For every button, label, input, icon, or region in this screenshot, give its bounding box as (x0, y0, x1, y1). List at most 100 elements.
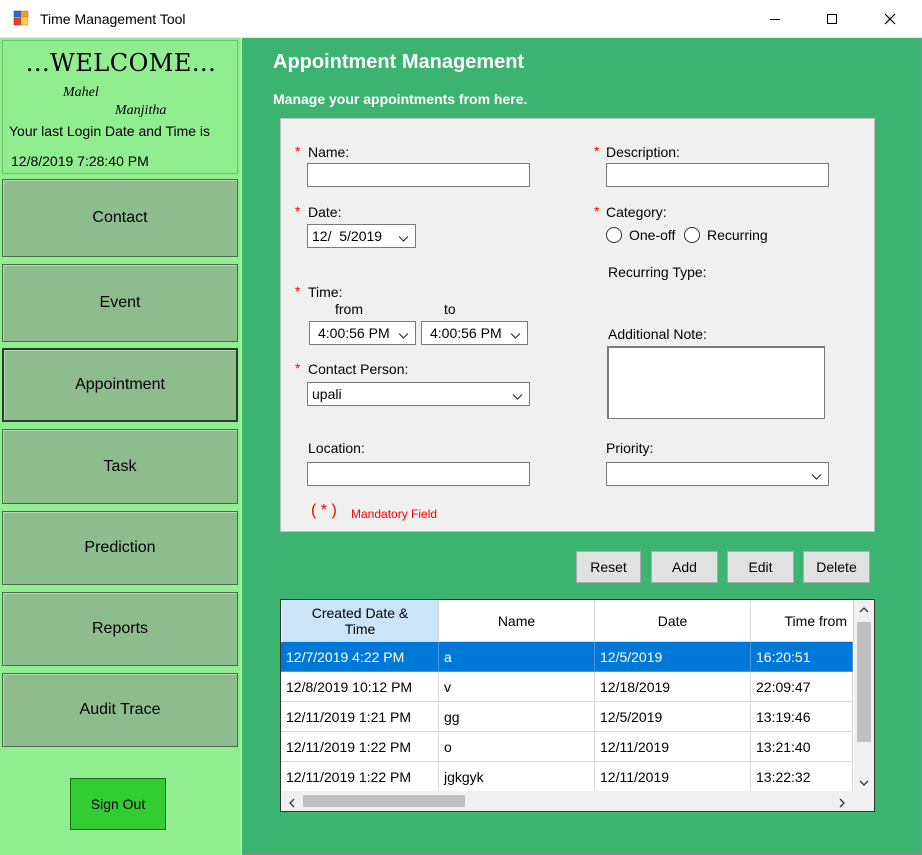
table-cell: 13:22:32 (751, 762, 853, 792)
page-title: Appointment Management (273, 51, 525, 73)
table-cell: jgkgyk (439, 762, 595, 792)
time-to-value: 4:00:56 PM (430, 325, 502, 341)
required-marker: * (295, 283, 301, 299)
priority-select[interactable] (606, 462, 829, 486)
description-label: Description: (606, 144, 680, 160)
table-cell: 13:19:46 (751, 702, 853, 732)
nav-audit-trace-button[interactable]: Audit Trace (2, 673, 238, 747)
table-cell: 12/5/2019 (595, 702, 751, 732)
table-row[interactable]: 12/11/2019 1:22 PM o 12/11/2019 13:21:40 (281, 732, 853, 762)
welcome-heading: ...WELCOME... (25, 49, 217, 77)
chevron-down-icon (811, 469, 822, 485)
add-button[interactable]: Add (651, 551, 718, 583)
time-label: Time: (308, 284, 343, 300)
table-cell: a (439, 642, 595, 672)
app-icon (13, 10, 29, 26)
close-icon (884, 13, 896, 25)
nav-appointment-button[interactable]: Appointment (2, 348, 238, 422)
category-label: Category: (606, 204, 667, 220)
required-marker: * (594, 203, 600, 219)
table-cell: v (439, 672, 595, 702)
category-recurring-label[interactable]: Recurring (707, 227, 768, 243)
table-cell: o (439, 732, 595, 762)
scroll-right-icon[interactable] (837, 796, 847, 811)
delete-button[interactable]: Delete (803, 551, 870, 583)
scroll-up-icon[interactable] (859, 603, 869, 618)
table-row[interactable]: 12/8/2019 10:12 PM v 12/18/2019 22:09:47 (281, 672, 853, 702)
date-value: 12/ 5/2019 (312, 228, 383, 244)
column-header[interactable]: Created Date & Time (282, 600, 439, 642)
nav-contact-button[interactable]: Contact (2, 179, 238, 257)
edit-button[interactable]: Edit (727, 551, 794, 583)
user-first-name: Mahel (63, 85, 99, 100)
table-cell: 12/11/2019 1:22 PM (281, 762, 439, 792)
minimize-icon (769, 13, 781, 25)
name-input[interactable] (307, 163, 530, 187)
required-marker: * (594, 143, 600, 159)
nav-prediction-button[interactable]: Prediction (2, 511, 238, 585)
time-from-value: 4:00:56 PM (318, 325, 390, 341)
last-login-value: 12/8/2019 7:28:40 PM (11, 153, 149, 169)
table-cell: gg (439, 702, 595, 732)
sign-out-button[interactable]: Sign Out (70, 778, 166, 830)
time-to-picker[interactable]: 4:00:56 PM (421, 321, 528, 345)
close-button[interactable] (861, 0, 919, 38)
table-row[interactable]: 12/7/2019 4:22 PM a 12/5/2019 16:20:51 (281, 642, 853, 672)
time-from-picker[interactable]: 4:00:56 PM (309, 321, 416, 345)
mandatory-marker: ( * ) (311, 502, 337, 519)
name-label: Name: (308, 144, 350, 160)
date-picker[interactable]: 12/ 5/2019 (307, 224, 416, 248)
additional-note-input[interactable] (607, 346, 825, 419)
priority-label: Priority: (606, 440, 654, 456)
required-marker: * (295, 143, 301, 159)
chevron-down-icon (510, 328, 521, 344)
required-marker: * (295, 360, 301, 376)
appointments-table: Created Date & Time Name Date Time from … (280, 599, 875, 812)
chevron-down-icon (512, 389, 523, 405)
category-recurring-radio[interactable] (684, 227, 700, 243)
chevron-down-icon (398, 328, 409, 344)
horizontal-scroll-thumb[interactable] (303, 795, 465, 807)
additional-note-label: Additional Note: (608, 326, 707, 342)
page-subtitle: Manage your appointments from here. (273, 91, 528, 107)
maximize-icon (826, 13, 838, 25)
mandatory-field-note: Mandatory Field (351, 507, 438, 521)
contact-person-value: upali (312, 386, 342, 402)
recurring-type-label: Recurring Type: (608, 264, 707, 280)
contact-person-select[interactable]: upali (307, 382, 530, 406)
column-header[interactable]: Name (439, 600, 595, 642)
location-input[interactable] (307, 462, 530, 486)
description-input[interactable] (606, 163, 829, 187)
time-to-label: to (444, 301, 456, 317)
required-marker: * (295, 203, 301, 219)
contact-person-label: Contact Person: (308, 361, 409, 377)
category-one-off-label[interactable]: One-off (629, 227, 675, 243)
table-cell: 12/8/2019 10:12 PM (281, 672, 439, 702)
chevron-down-icon (398, 231, 409, 247)
reset-button[interactable]: Reset (576, 551, 641, 583)
last-login-label: Your last Login Date and Time is (9, 123, 211, 139)
minimize-button[interactable] (746, 0, 804, 38)
welcome-panel: ...WELCOME... Mahel Manjitha Your last L… (2, 40, 238, 174)
scroll-left-icon[interactable] (287, 796, 297, 811)
table-cell: 13:21:40 (751, 732, 853, 762)
location-label: Location: (308, 440, 365, 456)
column-header[interactable]: Date (595, 600, 751, 642)
table-cell: 12/11/2019 (595, 762, 751, 792)
table-row[interactable]: 12/11/2019 1:22 PM jgkgyk 12/11/2019 13:… (281, 762, 853, 792)
category-one-off-radio[interactable] (606, 227, 622, 243)
scroll-down-icon[interactable] (859, 776, 869, 791)
table-cell: 12/18/2019 (595, 672, 751, 702)
table-row[interactable]: 12/11/2019 1:21 PM gg 12/5/2019 13:19:46 (281, 702, 853, 732)
window-title: Time Management Tool (40, 11, 186, 27)
column-header[interactable]: Time from (751, 600, 854, 642)
nav-event-button[interactable]: Event (2, 264, 238, 342)
vertical-scroll-thumb[interactable] (857, 622, 871, 742)
table-cell: 12/11/2019 (595, 732, 751, 762)
maximize-button[interactable] (803, 0, 861, 38)
nav-reports-button[interactable]: Reports (2, 592, 238, 666)
date-label: Date: (308, 204, 342, 220)
table-cell: 12/7/2019 4:22 PM (281, 642, 439, 672)
nav-task-button[interactable]: Task (2, 429, 238, 504)
table-cell: 22:09:47 (751, 672, 853, 702)
